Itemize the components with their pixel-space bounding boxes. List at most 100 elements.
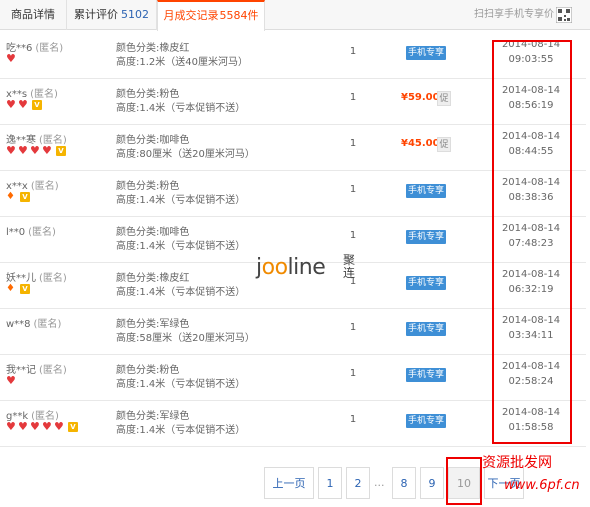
sku-color: 颜色分类:粉色 xyxy=(116,89,180,100)
deal-time: 08:44:55 xyxy=(508,146,554,157)
anonymous-tag: (匿名) xyxy=(35,43,64,54)
vip-icon: V xyxy=(56,146,66,156)
price: ¥45.00 xyxy=(401,138,440,149)
deal-time: 09:03:55 xyxy=(508,54,554,65)
sku-height: 高度:1.4米（亏本促销不送） xyxy=(116,241,246,252)
quantity: 1 xyxy=(349,368,357,379)
mobile-exclusive-badge: 手机专享 xyxy=(406,322,446,336)
deal-time: 06:32:19 xyxy=(508,284,554,295)
diamond-rank-icon: ♦ xyxy=(6,191,15,202)
mobile-exclusive-badge: 手机专享 xyxy=(406,230,446,244)
sku-height: 高度:1.4米（亏本促销不送） xyxy=(116,425,246,436)
mobile-exclusive-badge: 手机专享 xyxy=(406,368,446,382)
mobile-exclusive-badge: 手机专享 xyxy=(406,414,446,428)
buyer-rank-badges: ♥ ♥ V xyxy=(6,98,42,111)
quantity: 1 xyxy=(349,138,357,149)
deal-time: 03:34:11 xyxy=(508,330,554,341)
buyer-name: w**8 (匿名) xyxy=(6,315,61,330)
watermark-logo: jooline xyxy=(256,255,326,280)
deal-time: 07:48:23 xyxy=(508,238,554,249)
heart-rank-icon: ♥ xyxy=(6,98,16,111)
sku-height: 高度:80厘米（送20厘米河马） xyxy=(116,149,255,160)
sku-color: 颜色分类:咖啡色 xyxy=(116,135,190,146)
anonymous-tag: (匿名) xyxy=(30,89,58,100)
heart-rank-icon: ♥ xyxy=(18,420,28,433)
heart-rank-icon: ♥ xyxy=(30,144,40,157)
sku-height: 高度:1.4米（亏本促销不送） xyxy=(116,103,246,114)
sku-height: 高度:1.4米（亏本促销不送） xyxy=(116,287,246,298)
anonymous-tag: (匿名) xyxy=(28,227,56,238)
heart-rank-icon: ♥ xyxy=(6,374,16,387)
tab-bar: 商品详情 累计评价 5102 月成交记录5584件 扫扫享手机专享价 xyxy=(0,0,590,31)
deal-date: 2014-08-14 xyxy=(501,131,561,142)
deal-date: 2014-08-14 xyxy=(501,361,561,372)
deal-time: 01:58:58 xyxy=(508,422,554,433)
heart-rank-icon: ♥ xyxy=(6,420,16,433)
reviews-count: 5102 xyxy=(121,8,149,21)
deal-date: 2014-08-14 xyxy=(501,407,561,418)
deal-date: 2014-08-14 xyxy=(501,223,561,234)
promo-badge: 促 xyxy=(437,91,451,106)
quantity: 1 xyxy=(349,92,357,103)
anonymous-tag: (匿名) xyxy=(33,319,62,330)
heart-rank-icon: ♥ xyxy=(6,144,16,157)
vip-icon: V xyxy=(20,192,30,202)
quantity: 1 xyxy=(349,46,357,57)
buyer-nick: w**8 xyxy=(6,319,31,330)
heart-rank-icon: ♥ xyxy=(30,420,40,433)
buyer-name: l**0 (匿名) xyxy=(6,223,56,238)
buyer-name: x**x (匿名) xyxy=(6,177,59,192)
deal-date: 2014-08-14 xyxy=(501,315,561,326)
buyer-rank-badges: ♥ ♥ ♥ ♥ V xyxy=(6,144,66,157)
deal-date: 2014-08-14 xyxy=(501,39,561,50)
heart-rank-icon: ♥ xyxy=(6,52,16,65)
sku-color: 颜色分类:军绿色 xyxy=(116,319,190,330)
buyer-name: 妖**儿 (匿名) xyxy=(6,269,67,284)
sku-color: 颜色分类:军绿色 xyxy=(116,411,190,422)
watermark-stamp: 资源批发网 xyxy=(482,455,552,471)
transaction-row: g**k (匿名) ♥ ♥ ♥ ♥ ♥ V 颜色分类:军绿色 高度:1.4米（亏本促销不送）… xyxy=(0,401,586,447)
mobile-exclusive-badge: 手机专享 xyxy=(406,46,446,60)
vip-icon: V xyxy=(32,100,42,110)
diamond-rank-icon: ♦ xyxy=(6,283,15,294)
sku-height: 高度:58厘米（送20厘米河马） xyxy=(116,333,255,344)
page-9-button[interactable]: 9 xyxy=(420,467,444,499)
tab-monthly-records[interactable]: 月成交记录5584件 xyxy=(157,0,265,31)
buyer-rank-badges: ♥ xyxy=(6,374,18,387)
vip-icon: V xyxy=(68,422,78,432)
page-2-button[interactable]: 2 xyxy=(346,467,370,499)
page-8-button[interactable]: 8 xyxy=(392,467,416,499)
watermark-logo-cn: 聚连 xyxy=(343,253,356,280)
tab-monthly-records-label: 月成交记录 xyxy=(163,9,219,22)
buyer-rank-badges: ♦ V xyxy=(6,284,30,295)
buyer-rank-badges: ♥ ♥ ♥ ♥ ♥ V xyxy=(6,420,78,433)
pagination-ellipsis: ... xyxy=(374,476,385,489)
qr-code-icon[interactable] xyxy=(556,7,572,23)
deal-date: 2014-08-14 xyxy=(501,177,561,188)
tab-product-detail-label: 商品详情 xyxy=(11,8,55,21)
promo-badge: 促 xyxy=(437,137,451,152)
prev-page-button[interactable]: 上一页 xyxy=(264,467,314,499)
heart-rank-icon: ♥ xyxy=(54,420,64,433)
heart-rank-icon: ♥ xyxy=(42,420,52,433)
price: ¥59.00 xyxy=(401,92,440,103)
anonymous-tag: (匿名) xyxy=(39,273,67,284)
deal-date: 2014-08-14 xyxy=(501,269,561,280)
heart-rank-icon: ♥ xyxy=(18,144,28,157)
current-page-10: 10 xyxy=(448,467,480,499)
buyer-rank-badges: ♥ xyxy=(6,52,18,65)
mobile-exclusive-badge: 手机专享 xyxy=(406,276,446,290)
anonymous-tag: (匿名) xyxy=(39,365,67,376)
scan-for-mobile-price[interactable]: 扫扫享手机专享价 xyxy=(474,0,554,30)
sku-height: 高度:1.2米（送40厘米河马） xyxy=(116,57,248,68)
sku-color: 颜色分类:咖啡色 xyxy=(116,227,190,238)
quantity: 1 xyxy=(349,322,357,333)
deal-time: 08:38:36 xyxy=(508,192,554,203)
page-1-button[interactable]: 1 xyxy=(318,467,342,499)
records-count: 5584件 xyxy=(219,9,259,22)
tab-product-detail[interactable]: 商品详情 xyxy=(0,0,67,30)
heart-rank-icon: ♥ xyxy=(42,144,52,157)
quantity: 1 xyxy=(349,184,357,195)
sku-height: 高度:1.4米（亏本促销不送） xyxy=(116,195,246,206)
tab-reviews[interactable]: 累计评价 5102 xyxy=(67,0,157,30)
